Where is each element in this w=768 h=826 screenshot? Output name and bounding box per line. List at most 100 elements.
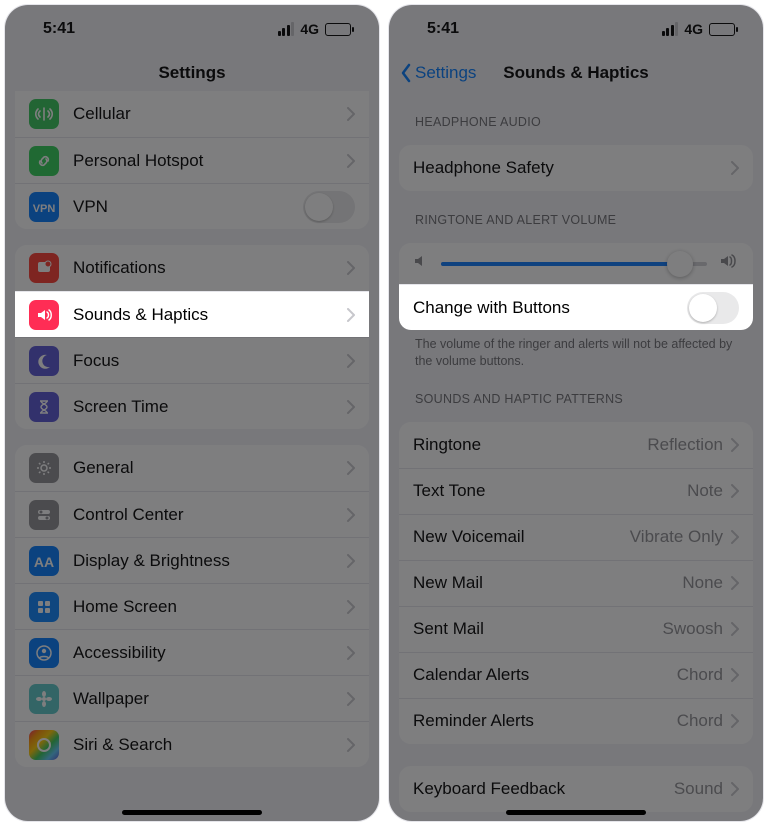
toggle-change-with-buttons[interactable] <box>687 292 739 324</box>
row-display[interactable]: AA Display & Brightness <box>15 537 369 583</box>
row-focus[interactable]: Focus <box>15 337 369 383</box>
chevron-right-icon <box>347 461 355 475</box>
speaker-icon <box>29 300 59 330</box>
group-volume: Change with Buttons <box>399 243 753 330</box>
row-calendar-alerts[interactable]: Calendar AlertsChord <box>399 652 753 698</box>
chevron-right-icon <box>347 154 355 168</box>
sounds-list[interactable]: HEADPHONE AUDIO Headphone Safety RINGTON… <box>389 93 763 821</box>
row-cellular[interactable]: Cellular <box>15 91 369 137</box>
row-label: Notifications <box>73 258 347 278</box>
chevron-left-icon <box>399 63 413 83</box>
row-sent-mail[interactable]: Sent MailSwoosh <box>399 606 753 652</box>
row-label: Wallpaper <box>73 689 347 709</box>
home-indicator[interactable] <box>506 810 646 815</box>
chevron-right-icon <box>347 646 355 660</box>
row-siri[interactable]: Siri & Search <box>15 721 369 767</box>
chevron-right-icon <box>347 354 355 368</box>
chevron-right-icon <box>731 530 739 544</box>
gear-icon <box>29 453 59 483</box>
chevron-right-icon <box>731 782 739 796</box>
row-label: Display & Brightness <box>73 551 347 571</box>
row-wallpaper[interactable]: Wallpaper <box>15 675 369 721</box>
status-right: 4G <box>278 21 351 37</box>
chevron-right-icon <box>347 554 355 568</box>
chevron-right-icon <box>347 261 355 275</box>
chevron-right-icon <box>347 308 355 322</box>
back-button[interactable]: Settings <box>399 63 476 83</box>
row-value: None <box>682 573 723 593</box>
chevron-right-icon <box>731 438 739 452</box>
battery-icon <box>709 23 735 36</box>
row-headphone-safety[interactable]: Headphone Safety <box>399 145 753 191</box>
section-header-headphone: HEADPHONE AUDIO <box>415 115 737 129</box>
row-new-voicemail[interactable]: New VoicemailVibrate Only <box>399 514 753 560</box>
svg-text:VPN: VPN <box>33 203 56 215</box>
row-label: Headphone Safety <box>413 158 731 178</box>
section-header-patterns: SOUNDS AND HAPTIC PATTERNS <box>415 392 737 406</box>
row-label: Change with Buttons <box>413 298 687 318</box>
chevron-right-icon <box>347 600 355 614</box>
network-label: 4G <box>684 21 703 37</box>
volume-slider[interactable] <box>441 262 707 266</box>
row-vpn[interactable]: VPNVPN <box>15 183 369 229</box>
row-value: Sound <box>674 779 723 799</box>
row-value: Chord <box>677 665 723 685</box>
settings-list[interactable]: Cellular Personal Hotspot VPNVPN Notificati… <box>5 91 379 819</box>
toggle-vpn[interactable] <box>303 191 355 223</box>
navbar: Settings <box>5 53 379 93</box>
row-label: New Mail <box>413 573 682 593</box>
row-label: Personal Hotspot <box>73 151 347 171</box>
status-bar: 5:41 4G <box>5 5 379 53</box>
row-keyboard-feedback[interactable]: Keyboard Feedback Sound <box>399 766 753 812</box>
row-sounds[interactable]: Sounds & Haptics <box>15 291 369 337</box>
signal-icon <box>278 22 295 36</box>
row-notifications[interactable]: Notifications <box>15 245 369 291</box>
status-right: 4G <box>662 21 735 37</box>
chevron-right-icon <box>347 107 355 121</box>
row-value: Note <box>687 481 723 501</box>
chevron-right-icon <box>731 668 739 682</box>
svg-text:AA: AA <box>34 554 54 570</box>
row-hotspot[interactable]: Personal Hotspot <box>15 137 369 183</box>
row-general[interactable]: General <box>15 445 369 491</box>
row-text-tone[interactable]: Text ToneNote <box>399 468 753 514</box>
network-label: 4G <box>300 21 319 37</box>
footer-note: The volume of the ringer and alerts will… <box>415 336 737 370</box>
settings-screen: 5:41 4G Settings Cellular Personal Hotspo… <box>4 4 380 822</box>
signal-icon <box>662 22 679 36</box>
home-indicator[interactable] <box>122 810 262 815</box>
row-volume-slider[interactable] <box>399 243 753 284</box>
row-label: New Voicemail <box>413 527 630 547</box>
person-icon <box>29 638 59 668</box>
chevron-right-icon <box>347 738 355 752</box>
row-label: Calendar Alerts <box>413 665 677 685</box>
settings-group: Cellular Personal Hotspot VPNVPN <box>15 91 369 229</box>
row-reminder-alerts[interactable]: Reminder AlertsChord <box>399 698 753 744</box>
row-new-mail[interactable]: New MailNone <box>399 560 753 606</box>
siri-icon <box>29 730 59 760</box>
row-ringtone[interactable]: RingtoneReflection <box>399 422 753 468</box>
group-headphone: Headphone Safety <box>399 145 753 191</box>
clock: 5:41 <box>427 20 459 38</box>
row-label: General <box>73 458 347 478</box>
vpn-icon: VPN <box>29 192 59 222</box>
row-screentime[interactable]: Screen Time <box>15 383 369 429</box>
row-homescreen[interactable]: Home Screen <box>15 583 369 629</box>
chevron-right-icon <box>731 622 739 636</box>
chevron-right-icon <box>347 508 355 522</box>
page-title: Settings <box>158 63 225 83</box>
row-accessibility[interactable]: Accessibility <box>15 629 369 675</box>
group-keyboard: Keyboard Feedback Sound <box>399 766 753 812</box>
moon-icon <box>29 346 59 376</box>
row-label: Reminder Alerts <box>413 711 677 731</box>
row-value: Vibrate Only <box>630 527 723 547</box>
row-change-with-buttons[interactable]: Change with Buttons <box>399 284 753 330</box>
antenna-icon <box>29 99 59 129</box>
row-label: Sent Mail <box>413 619 663 639</box>
row-controlcenter[interactable]: Control Center <box>15 491 369 537</box>
row-label: Accessibility <box>73 643 347 663</box>
chevron-right-icon <box>731 161 739 175</box>
grid-icon <box>29 592 59 622</box>
row-label: Siri & Search <box>73 735 347 755</box>
speaker-low-icon <box>413 253 429 274</box>
